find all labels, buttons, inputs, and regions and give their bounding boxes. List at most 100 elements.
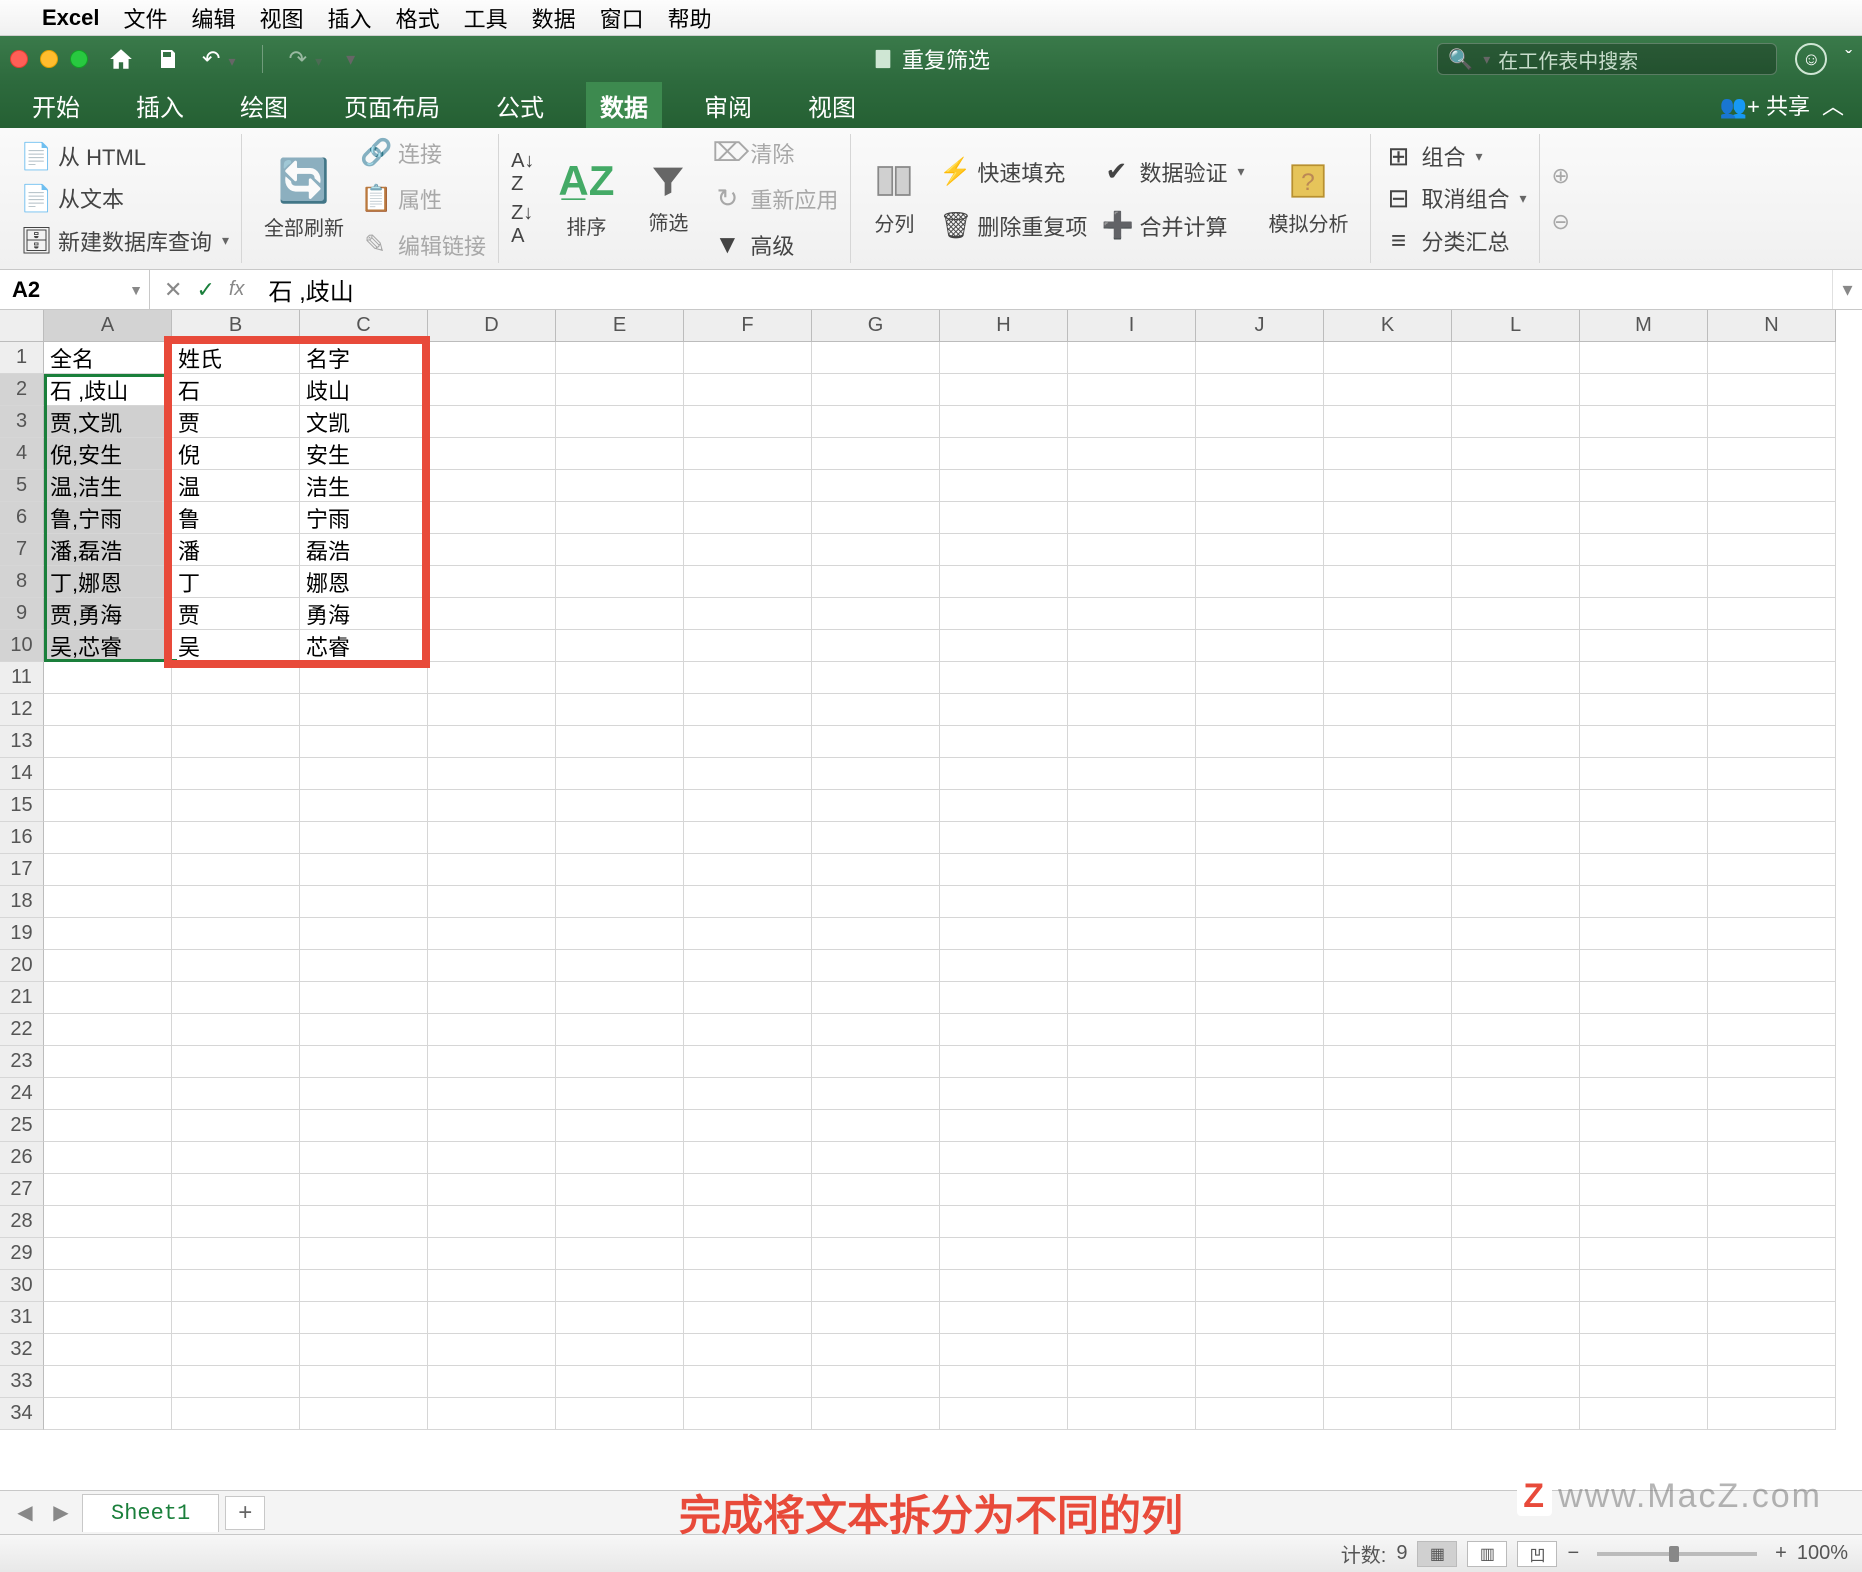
cell-D2[interactable] bbox=[428, 374, 556, 406]
cell-L15[interactable] bbox=[1452, 790, 1580, 822]
cell-M22[interactable] bbox=[1580, 1014, 1708, 1046]
cell-B24[interactable] bbox=[172, 1078, 300, 1110]
cell-E20[interactable] bbox=[556, 950, 684, 982]
cell-K7[interactable] bbox=[1324, 534, 1452, 566]
row-header-23[interactable]: 23 bbox=[0, 1046, 44, 1078]
tab-home[interactable]: 开始 bbox=[18, 82, 94, 128]
cell-E19[interactable] bbox=[556, 918, 684, 950]
ungroup-button[interactable]: ⊟取消组合▾ bbox=[1383, 180, 1526, 216]
cell-B29[interactable] bbox=[172, 1238, 300, 1270]
cell-F1[interactable] bbox=[684, 342, 812, 374]
cell-M13[interactable] bbox=[1580, 726, 1708, 758]
cell-I29[interactable] bbox=[1068, 1238, 1196, 1270]
filter-button[interactable]: 筛选 bbox=[638, 139, 698, 259]
cell-A16[interactable] bbox=[44, 822, 172, 854]
cell-B5[interactable]: 温 bbox=[172, 470, 300, 502]
cell-M16[interactable] bbox=[1580, 822, 1708, 854]
row-header-1[interactable]: 1 bbox=[0, 342, 44, 374]
cells-area[interactable]: 全名姓氏名字石 ,歧山石歧山贾,文凯贾文凯倪,安生倪安生温,洁生温洁生鲁,宁雨鲁… bbox=[44, 342, 1836, 1430]
cell-N19[interactable] bbox=[1708, 918, 1836, 950]
cell-M26[interactable] bbox=[1580, 1142, 1708, 1174]
cell-E29[interactable] bbox=[556, 1238, 684, 1270]
cell-D28[interactable] bbox=[428, 1206, 556, 1238]
cell-L31[interactable] bbox=[1452, 1302, 1580, 1334]
cell-J1[interactable] bbox=[1196, 342, 1324, 374]
cell-G15[interactable] bbox=[812, 790, 940, 822]
cell-H8[interactable] bbox=[940, 566, 1068, 598]
col-header-G[interactable]: G bbox=[812, 310, 940, 342]
cell-E8[interactable] bbox=[556, 566, 684, 598]
cell-B34[interactable] bbox=[172, 1398, 300, 1430]
cell-L32[interactable] bbox=[1452, 1334, 1580, 1366]
cell-N29[interactable] bbox=[1708, 1238, 1836, 1270]
cell-A33[interactable] bbox=[44, 1366, 172, 1398]
minimize-window-button[interactable] bbox=[40, 50, 58, 68]
cell-C22[interactable] bbox=[300, 1014, 428, 1046]
cell-I3[interactable] bbox=[1068, 406, 1196, 438]
cell-L19[interactable] bbox=[1452, 918, 1580, 950]
cell-E15[interactable] bbox=[556, 790, 684, 822]
cell-B6[interactable]: 鲁 bbox=[172, 502, 300, 534]
cell-L8[interactable] bbox=[1452, 566, 1580, 598]
cell-H2[interactable] bbox=[940, 374, 1068, 406]
zoom-out-icon[interactable]: − bbox=[1567, 1542, 1579, 1565]
cell-M10[interactable] bbox=[1580, 630, 1708, 662]
connections-button[interactable]: 🔗连接 bbox=[360, 133, 486, 173]
cell-K21[interactable] bbox=[1324, 982, 1452, 1014]
cell-I19[interactable] bbox=[1068, 918, 1196, 950]
cell-G7[interactable] bbox=[812, 534, 940, 566]
cell-J18[interactable] bbox=[1196, 886, 1324, 918]
cell-A11[interactable] bbox=[44, 662, 172, 694]
cell-H12[interactable] bbox=[940, 694, 1068, 726]
cell-G32[interactable] bbox=[812, 1334, 940, 1366]
cell-C21[interactable] bbox=[300, 982, 428, 1014]
cell-D5[interactable] bbox=[428, 470, 556, 502]
cell-B20[interactable] bbox=[172, 950, 300, 982]
row-header-27[interactable]: 27 bbox=[0, 1174, 44, 1206]
row-header-4[interactable]: 4 bbox=[0, 438, 44, 470]
cell-G11[interactable] bbox=[812, 662, 940, 694]
cell-I6[interactable] bbox=[1068, 502, 1196, 534]
cell-J27[interactable] bbox=[1196, 1174, 1324, 1206]
cell-C31[interactable] bbox=[300, 1302, 428, 1334]
row-header-32[interactable]: 32 bbox=[0, 1334, 44, 1366]
namebox-drop-icon[interactable]: ▼ bbox=[129, 282, 143, 298]
cell-H11[interactable] bbox=[940, 662, 1068, 694]
sort-button[interactable]: A̲Z排序 bbox=[548, 139, 624, 259]
cell-E27[interactable] bbox=[556, 1174, 684, 1206]
cell-K28[interactable] bbox=[1324, 1206, 1452, 1238]
cell-M9[interactable] bbox=[1580, 598, 1708, 630]
menu-view[interactable]: 视图 bbox=[260, 2, 304, 34]
cell-N1[interactable] bbox=[1708, 342, 1836, 374]
cell-L9[interactable] bbox=[1452, 598, 1580, 630]
cell-K6[interactable] bbox=[1324, 502, 1452, 534]
row-header-13[interactable]: 13 bbox=[0, 726, 44, 758]
row-header-31[interactable]: 31 bbox=[0, 1302, 44, 1334]
cell-E6[interactable] bbox=[556, 502, 684, 534]
col-header-C[interactable]: C bbox=[300, 310, 428, 342]
cell-G9[interactable] bbox=[812, 598, 940, 630]
menu-edit[interactable]: 编辑 bbox=[192, 2, 236, 34]
cell-N30[interactable] bbox=[1708, 1270, 1836, 1302]
cell-J15[interactable] bbox=[1196, 790, 1324, 822]
cell-D7[interactable] bbox=[428, 534, 556, 566]
new-db-query-button[interactable]: 🗄新建数据库查询▾ bbox=[20, 223, 229, 259]
sheet-nav-next-icon[interactable]: ▶ bbox=[46, 1498, 76, 1528]
col-header-K[interactable]: K bbox=[1324, 310, 1452, 342]
cell-M1[interactable] bbox=[1580, 342, 1708, 374]
cell-I31[interactable] bbox=[1068, 1302, 1196, 1334]
cell-G29[interactable] bbox=[812, 1238, 940, 1270]
cell-C27[interactable] bbox=[300, 1174, 428, 1206]
cell-G14[interactable] bbox=[812, 758, 940, 790]
cell-I17[interactable] bbox=[1068, 854, 1196, 886]
cell-F28[interactable] bbox=[684, 1206, 812, 1238]
row-header-24[interactable]: 24 bbox=[0, 1078, 44, 1110]
cell-J13[interactable] bbox=[1196, 726, 1324, 758]
cell-H31[interactable] bbox=[940, 1302, 1068, 1334]
cell-F15[interactable] bbox=[684, 790, 812, 822]
cell-J11[interactable] bbox=[1196, 662, 1324, 694]
cell-H28[interactable] bbox=[940, 1206, 1068, 1238]
collapse-ribbon-icon[interactable]: ︿ bbox=[1822, 89, 1844, 121]
cell-B18[interactable] bbox=[172, 886, 300, 918]
cell-E10[interactable] bbox=[556, 630, 684, 662]
